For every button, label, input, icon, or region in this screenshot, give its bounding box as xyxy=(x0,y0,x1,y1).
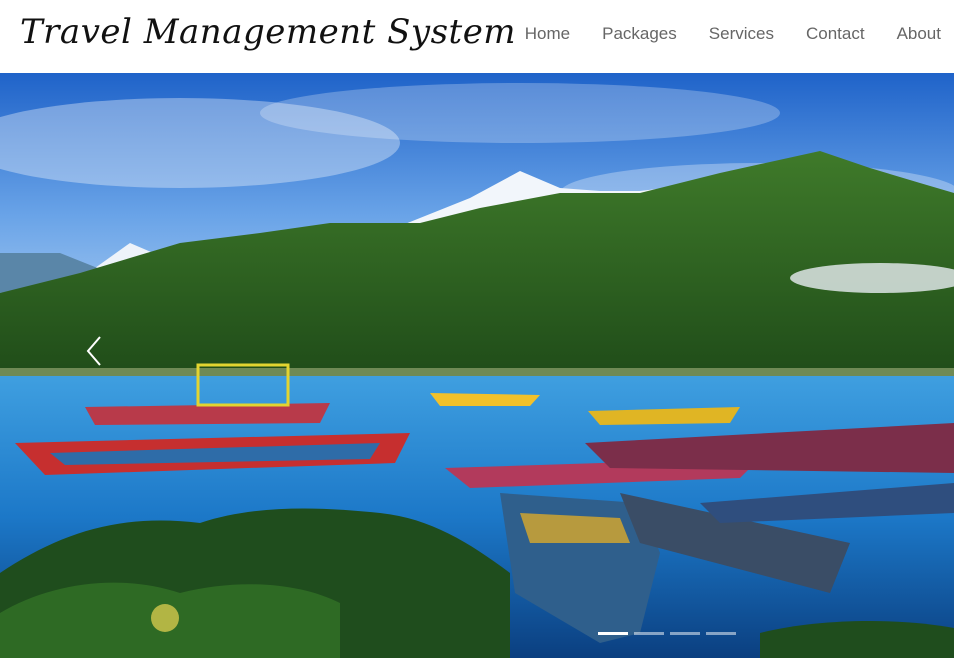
carousel-indicators xyxy=(598,632,736,635)
carousel-indicator-4[interactable] xyxy=(706,632,736,635)
chevron-left-icon xyxy=(86,336,101,366)
hero-slide-image xyxy=(0,73,954,658)
nav-services-link[interactable]: Services xyxy=(709,24,774,44)
nav-contact-link[interactable]: Contact xyxy=(806,24,865,44)
carousel-indicator-3[interactable] xyxy=(670,632,700,635)
hero-carousel xyxy=(0,73,954,658)
carousel-indicator-1[interactable] xyxy=(598,632,628,635)
carousel-indicator-2[interactable] xyxy=(634,632,664,635)
nav-about-link[interactable]: About xyxy=(897,24,941,44)
navbar: Travel Management System Home Packages S… xyxy=(0,0,954,73)
carousel-prev-button[interactable] xyxy=(80,331,106,371)
main-nav: Home Packages Services Contact About xyxy=(493,24,941,44)
site-brand[interactable]: Travel Management System xyxy=(20,12,516,52)
nav-packages-link[interactable]: Packages xyxy=(602,24,677,44)
nav-home-link[interactable]: Home xyxy=(525,24,570,44)
